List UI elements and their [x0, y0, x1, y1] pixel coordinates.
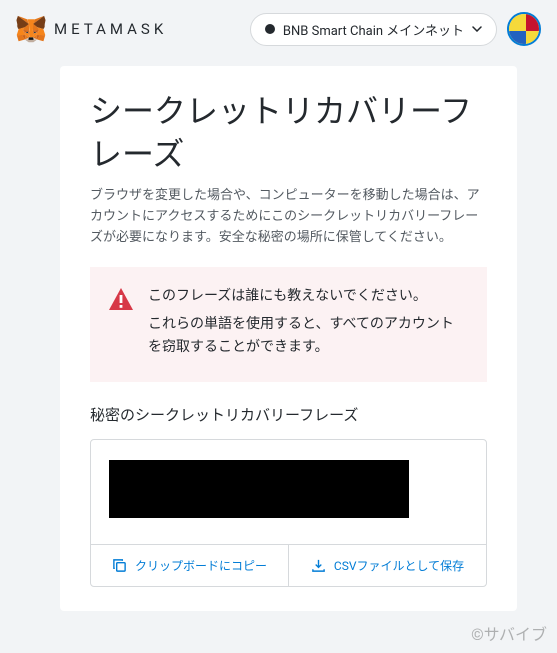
- fox-icon: [16, 15, 46, 43]
- copy-icon: [112, 558, 127, 573]
- save-label: CSVファイルとして保存: [334, 557, 464, 574]
- brand-text: METAMASK: [54, 20, 167, 38]
- warning-line-1: このフレーズは誰にも教えないでください。: [148, 285, 467, 309]
- warning-banner: このフレーズは誰にも教えないでください。 これらの単語を使用すると、すべてのアカ…: [90, 267, 487, 382]
- chevron-down-icon: [472, 26, 482, 32]
- network-selector[interactable]: BNB Smart Chain メインネット: [250, 13, 497, 46]
- phrase-container: クリップボードにコピー CSVファイルとして保存: [90, 439, 487, 587]
- main-card: シークレットリカバリーフレーズ ブラウザを変更した場合や、コンピューターを移動し…: [60, 66, 517, 611]
- account-avatar[interactable]: [507, 12, 541, 46]
- page-description: ブラウザを変更した場合や、コンピューターを移動した場合は、アカウントにアクセスす…: [90, 186, 487, 248]
- save-csv-button[interactable]: CSVファイルとして保存: [289, 545, 486, 586]
- phrase-section-label: 秘密のシークレットリカバリーフレーズ: [90, 404, 487, 425]
- phrase-redacted-block: [109, 460, 409, 518]
- warning-line-2: これらの単語を使用すると、すべてのアカウントを窃取することができます。: [148, 313, 467, 361]
- network-label: BNB Smart Chain メインネット: [283, 20, 464, 39]
- warning-triangle-icon: [108, 287, 134, 311]
- phrase-display: [91, 440, 486, 544]
- download-icon: [311, 558, 326, 573]
- warning-text: このフレーズは誰にも教えないでください。 これらの単語を使用すると、すべてのアカ…: [148, 285, 467, 364]
- network-indicator-dot: [265, 24, 275, 34]
- brand-logo: METAMASK: [16, 15, 167, 43]
- watermark: ©サバイブ: [471, 621, 547, 645]
- copy-clipboard-button[interactable]: クリップボードにコピー: [91, 545, 289, 586]
- copy-label: クリップボードにコピー: [135, 557, 267, 574]
- page-title: シークレットリカバリーフレーズ: [90, 90, 487, 176]
